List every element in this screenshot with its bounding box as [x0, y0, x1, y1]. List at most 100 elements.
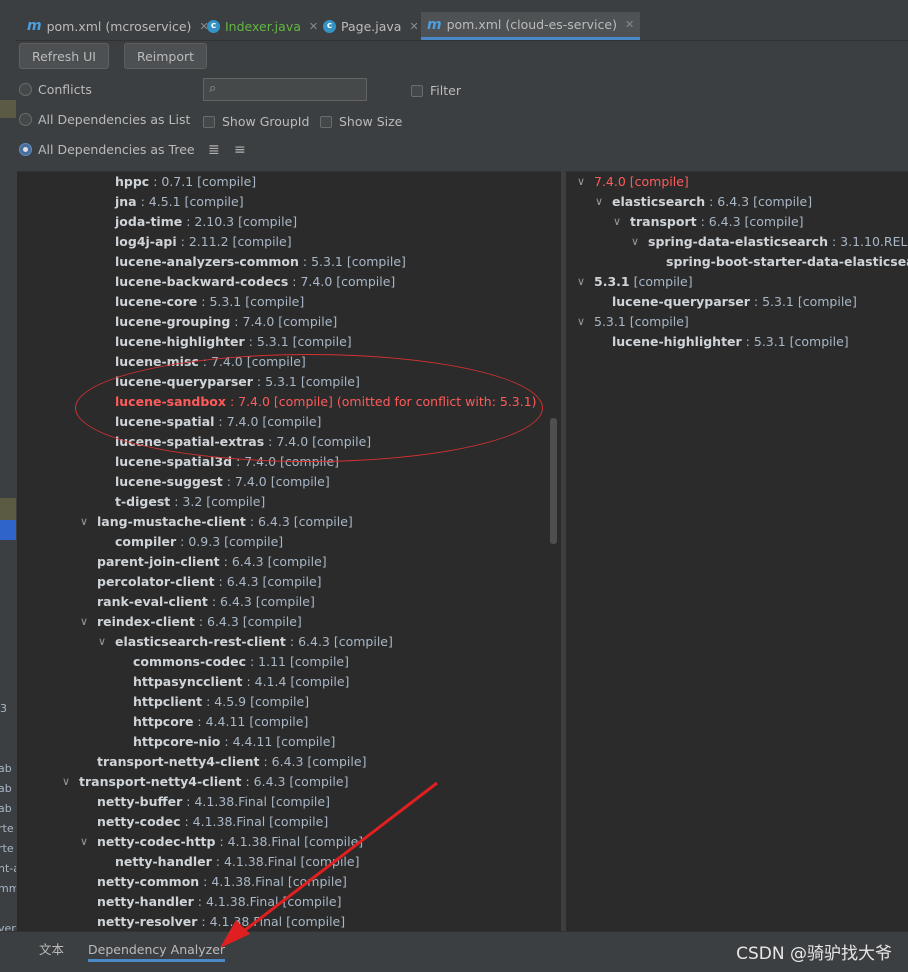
tree-node[interactable]: ∨ netty-codec-http : 4.1.38.Final [compil… [80, 832, 363, 852]
close-icon[interactable]: ✕ [409, 20, 418, 33]
chevron-down-icon[interactable]: ∨ [80, 832, 88, 852]
tree-node[interactable]: lucene-misc : 7.4.0 [compile] [115, 352, 306, 372]
all-dependencies-tree-radio[interactable]: All Dependencies as Tree [19, 142, 195, 157]
tree-node[interactable]: lucene-highlighter : 5.3.1 [compile] [612, 332, 849, 352]
tree-node[interactable]: hppc : 0.7.1 [compile] [115, 172, 256, 192]
vertical-scrollbar[interactable] [550, 418, 557, 544]
editor-gutter-mark [0, 520, 16, 540]
tree-node[interactable]: lucene-highlighter : 5.3.1 [compile] [115, 332, 352, 352]
tree-node[interactable]: lucene-analyzers-common : 5.3.1 [compile… [115, 252, 406, 272]
tree-node[interactable]: lucene-spatial3d : 7.4.0 [compile] [115, 452, 339, 472]
tab-dependency-analyzer[interactable]: Dependency Analyzer [88, 938, 226, 962]
radio-selected-icon [19, 143, 32, 156]
tree-node[interactable]: ∨ 7.4.0 [compile] [577, 172, 689, 192]
show-size-checkbox[interactable]: Show Size [320, 114, 402, 129]
chevron-down-icon[interactable]: ∨ [62, 772, 70, 792]
tree-node[interactable]: ∨ 5.3.1 [compile] [577, 312, 689, 332]
close-icon[interactable]: ✕ [625, 18, 634, 31]
chevron-down-icon[interactable]: ∨ [577, 272, 585, 292]
refresh-ui-button[interactable]: Refresh UI [19, 43, 109, 69]
tree-node[interactable]: ∨ elasticsearch : 6.4.3 [compile] [595, 192, 813, 212]
tree-node[interactable]: httpclient : 4.5.9 [compile] [133, 692, 309, 712]
chevron-down-icon[interactable]: ∨ [577, 172, 585, 192]
tree-node[interactable]: httpcore : 4.4.11 [compile] [133, 712, 308, 732]
tab-indexer-java[interactable]: c Indexer.java ✕ [201, 12, 324, 40]
artifact-version: : 4.5.1 [compile] [136, 194, 244, 209]
expand-all-icon[interactable]: ≣ [208, 142, 220, 158]
collapse-all-icon[interactable]: ≡ [234, 142, 246, 158]
artifact-version: : 2.10.3 [compile] [182, 214, 298, 229]
artifact-version: : 6.4.3 [compile] [696, 214, 804, 229]
tree-node[interactable]: ∨ transport : 6.4.3 [compile] [613, 212, 804, 232]
tree-node[interactable]: ∨ 5.3.1 [compile] [577, 272, 693, 292]
artifact-name: httpcore [133, 714, 194, 729]
tree-node[interactable]: netty-handler : 4.1.38.Final [compile] [115, 852, 359, 872]
artifact-name: lucene-misc [115, 354, 199, 369]
editor-text-fragment: rte [0, 822, 14, 835]
tree-node[interactable]: spring-boot-starter-data-elasticsearch : [666, 252, 908, 272]
tree-node[interactable]: ∨ transport-netty4-client : 6.4.3 [compil… [62, 772, 348, 792]
tree-node[interactable]: ∨ elasticsearch-rest-client : 6.4.3 [comp… [98, 632, 393, 652]
tab-page-java[interactable]: c Page.java ✕ [317, 12, 425, 40]
tree-node[interactable]: lucene-core : 5.3.1 [compile] [115, 292, 304, 312]
editor-gutter-mark [0, 100, 16, 118]
artifact-name: netty-handler [115, 854, 212, 869]
artifact-version: : 5.3.1 [compile] [749, 294, 857, 309]
artifact-version: : 4.1.38.Final [compile] [197, 914, 346, 929]
tree-node[interactable]: httpcore-nio : 4.4.11 [compile] [133, 732, 335, 752]
chevron-down-icon[interactable]: ∨ [595, 192, 603, 212]
chevron-down-icon[interactable]: ∨ [631, 232, 639, 252]
all-dependencies-list-radio[interactable]: All Dependencies as List [19, 112, 190, 127]
tree-node[interactable]: lucene-suggest : 7.4.0 [compile] [115, 472, 330, 492]
artifact-name: jna [115, 194, 137, 209]
tree-node[interactable]: joda-time : 2.10.3 [compile] [115, 212, 297, 232]
tab-text[interactable]: 文本 [39, 938, 64, 962]
tree-node[interactable]: netty-codec : 4.1.38.Final [compile] [97, 812, 328, 832]
filter-label: Filter [430, 83, 461, 98]
reimport-button[interactable]: Reimport [124, 43, 207, 69]
tree-node[interactable]: httpasyncclient : 4.1.4 [compile] [133, 672, 349, 692]
artifact-name: elasticsearch [612, 194, 706, 209]
conflicts-radio[interactable]: Conflicts [19, 82, 92, 97]
tree-node[interactable]: lucene-backward-codecs : 7.4.0 [compile] [115, 272, 395, 292]
filter-checkbox[interactable]: Filter [411, 83, 461, 98]
tree-node[interactable]: netty-resolver : 4.1.38.Final [compile] [97, 912, 345, 932]
tree-node[interactable]: compiler : 0.9.3 [compile] [115, 532, 283, 552]
artifact-version: : 6.4.3 [compile] [705, 194, 813, 209]
artifact-name: lucene-sandbox [115, 394, 226, 409]
tree-node[interactable]: ∨ reindex-client : 6.4.3 [compile] [80, 612, 302, 632]
tree-node[interactable]: lucene-queryparser : 5.3.1 [compile] [115, 372, 360, 392]
tree-node[interactable]: log4j-api : 2.11.2 [compile] [115, 232, 292, 252]
tree-node[interactable]: percolator-client : 6.4.3 [compile] [97, 572, 322, 592]
tab-pom-xml-cloud-es-service[interactable]: m pom.xml (cloud-es-service) ✕ [421, 12, 641, 40]
artifact-name: spring-boot-starter-data-elasticsearch [666, 254, 908, 269]
artifact-version: : 0.9.3 [compile] [176, 534, 284, 549]
search-input[interactable]: ⌕ [203, 78, 367, 101]
tree-node[interactable]: rank-eval-client : 6.4.3 [compile] [97, 592, 315, 612]
tree-node[interactable]: netty-common : 4.1.38.Final [compile] [97, 872, 347, 892]
chevron-down-icon[interactable]: ∨ [613, 212, 621, 232]
tab-pom-xml-mcroservice[interactable]: m pom.xml (mcroservice) ✕ [21, 12, 215, 40]
tree-node[interactable]: lucene-spatial : 7.4.0 [compile] [115, 412, 321, 432]
tree-node[interactable]: ∨ spring-data-elasticsearch : 3.1.10.RELE… [631, 232, 908, 252]
tree-node[interactable]: transport-netty4-client : 6.4.3 [compile… [97, 752, 366, 772]
tree-node[interactable]: lucene-spatial-extras : 7.4.0 [compile] [115, 432, 371, 452]
tree-node[interactable]: t-digest : 3.2 [compile] [115, 492, 265, 512]
artifact-name: spring-data-elasticsearch [648, 234, 828, 249]
tree-node[interactable]: commons-codec : 1.11 [compile] [133, 652, 349, 672]
ide-left-edge: 3abababrtertent-asmmver [0, 0, 16, 971]
tree-node[interactable]: lucene-grouping : 7.4.0 [compile] [115, 312, 337, 332]
chevron-down-icon[interactable]: ∨ [80, 612, 88, 632]
show-groupid-checkbox[interactable]: Show GroupId [203, 114, 309, 129]
tree-node[interactable]: parent-join-client : 6.4.3 [compile] [97, 552, 327, 572]
chevron-down-icon[interactable]: ∨ [98, 632, 106, 652]
tree-node[interactable]: netty-buffer : 4.1.38.Final [compile] [97, 792, 330, 812]
tree-node[interactable]: netty-handler : 4.1.38.Final [compile] [97, 892, 341, 912]
tree-node[interactable]: lucene-queryparser : 5.3.1 [compile] [612, 292, 857, 312]
chevron-down-icon[interactable]: ∨ [80, 512, 88, 532]
chevron-down-icon[interactable]: ∨ [577, 312, 585, 332]
tree-node[interactable]: lucene-sandbox : 7.4.0 [compile] (omitte… [115, 392, 537, 412]
tree-node[interactable]: ∨ lang-mustache-client : 6.4.3 [compile] [80, 512, 353, 532]
tree-node[interactable]: jna : 4.5.1 [compile] [115, 192, 244, 212]
tab-label: pom.xml (mcroservice) [46, 18, 192, 34]
